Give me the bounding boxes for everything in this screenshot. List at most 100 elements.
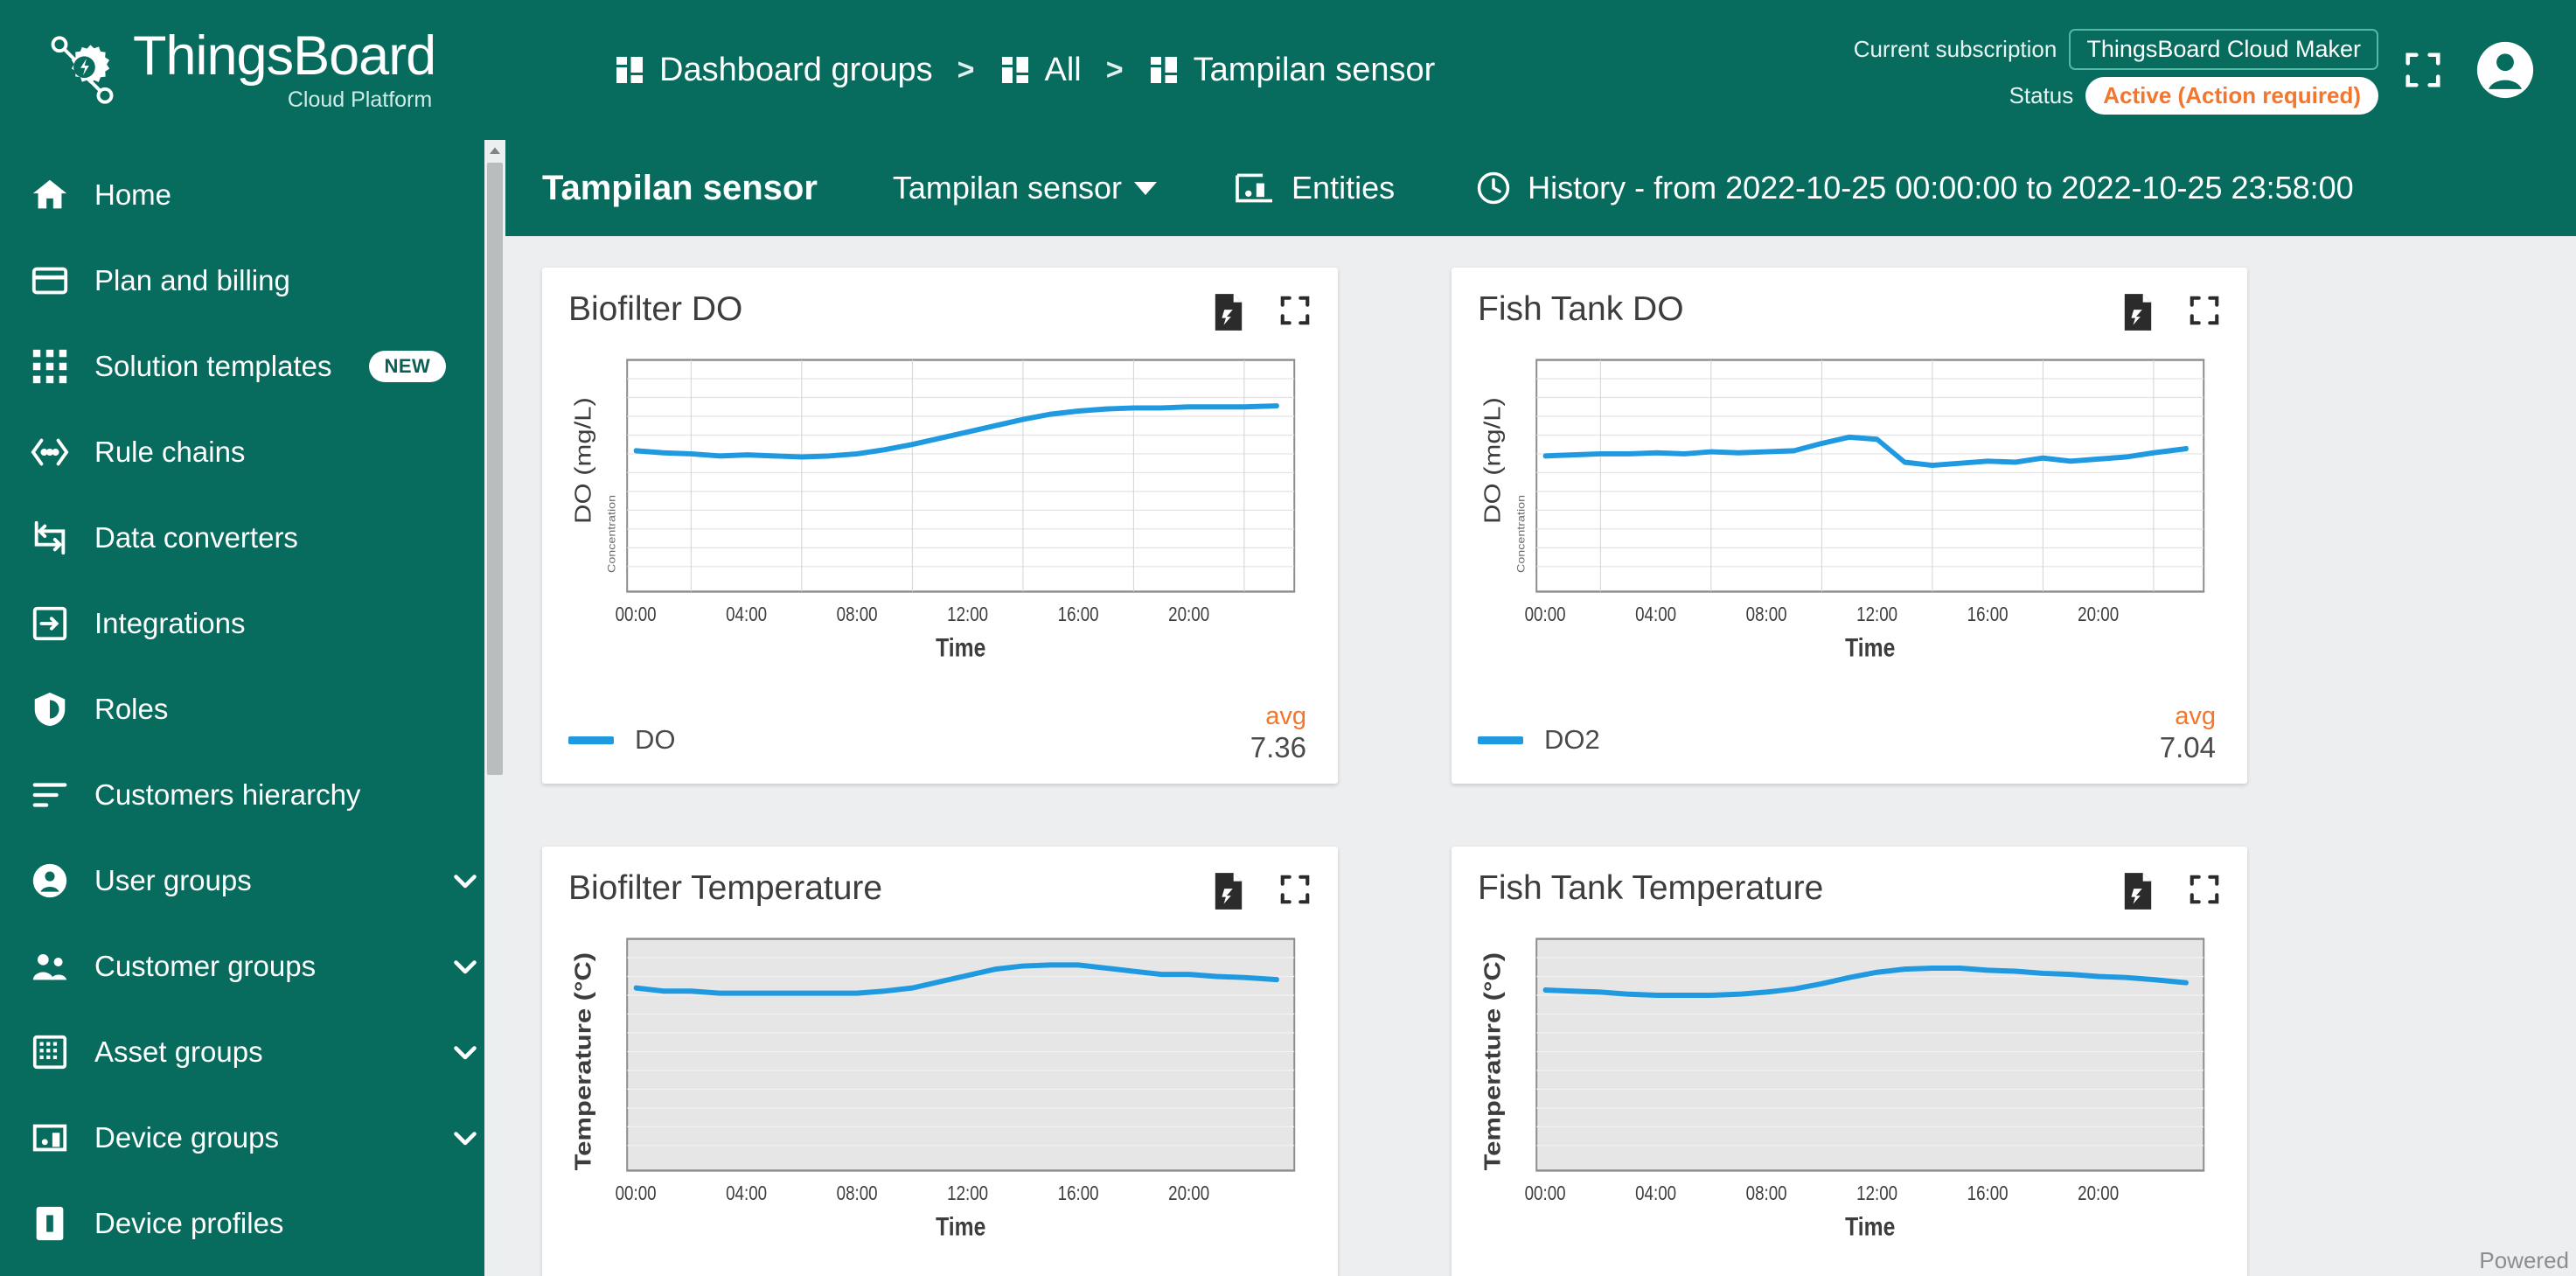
chevron-down-icon — [1134, 181, 1158, 195]
chart-canvas: Temperature (°C) 00:00 04:00 08:00 12:00… — [571, 938, 1296, 1241]
fullscreen-icon[interactable] — [1278, 294, 1312, 331]
clock-icon — [1475, 170, 1512, 206]
chart-fish-tank-do[interactable]: DO (mg/L) Concentration 00:00 04:00 08:0… — [1478, 352, 2221, 665]
chevron-down-icon[interactable] — [449, 1036, 481, 1068]
chart-fish-tank-temperature[interactable]: Temperature (°C) 00:00 04:00 08:00 12:00… — [1478, 931, 2221, 1244]
chart-canvas: DO (mg/L) Concentration 00:00 04:00 08:0… — [1480, 359, 2205, 662]
sidebar-label-roles: Roles — [94, 693, 169, 725]
export-document-icon[interactable] — [1212, 873, 1245, 910]
credit-card-icon — [30, 261, 70, 301]
status-badge[interactable]: Active (Action required) — [2085, 77, 2378, 115]
chevron-down-icon[interactable] — [449, 951, 481, 982]
svg-text:12:00: 12:00 — [1856, 1182, 1897, 1204]
legend-entry[interactable]: DO — [568, 724, 676, 764]
chart-biofilter-temperature[interactable]: Temperature (°C) 00:00 04:00 08:00 12:00… — [568, 931, 1312, 1244]
widget-legend: avg — [1478, 1244, 2221, 1276]
svg-text:04:00: 04:00 — [1635, 603, 1676, 625]
svg-text:Temperature (°C): Temperature (°C) — [1480, 952, 1506, 1171]
breadcrumb-item-dashboard-groups[interactable]: Dashboard groups — [614, 52, 933, 89]
y-axis-title: Temperature (°C) — [1480, 952, 1506, 1171]
widget-title: Biofilter Temperature — [568, 869, 883, 907]
widget-fish-tank-temperature: Fish Tank Temperature Temperature (°C) 0… — [1452, 847, 2247, 1276]
sidebar-item-solution-templates[interactable]: Solution templates NEW — [0, 324, 505, 409]
sidebar-item-home[interactable]: Home — [0, 152, 505, 238]
svg-text:16:00: 16:00 — [1967, 603, 2009, 625]
sidebar-item-customers-hierarchy[interactable]: Customers hierarchy — [0, 752, 505, 838]
status-row: Status Active (Action required) — [2009, 77, 2378, 115]
breadcrumb-item-tampilan-sensor[interactable]: Tampilan sensor — [1148, 52, 1435, 89]
breadcrumb-item-all[interactable]: All — [999, 52, 1082, 89]
chevron-down-icon[interactable] — [449, 1122, 481, 1154]
subscription-label: Current subscription — [1853, 36, 2057, 62]
breadcrumb-label-all: All — [1044, 51, 1082, 88]
sidebar-item-plan-and-billing[interactable]: Plan and billing — [0, 238, 505, 324]
rule-chain-icon — [30, 432, 70, 472]
chart-biofilter-do[interactable]: DO (mg/L) Concentration 00:00 04:00 08:0… — [568, 352, 1312, 665]
svg-text:12:00: 12:00 — [1856, 603, 1897, 625]
legend-avg-label: avg — [1265, 701, 1306, 730]
customers-icon — [30, 946, 70, 987]
time-window-button[interactable]: History - from 2022-10-25 00:00:00 to 20… — [1475, 170, 2354, 206]
sidebar-item-roles[interactable]: Roles — [0, 666, 505, 752]
scroll-up-arrow-icon[interactable] — [487, 143, 503, 159]
dashboard-canvas: Biofilter DO DO (mg/L) Concentration 00:… — [505, 236, 2576, 1276]
dashboard-state-label: Tampilan sensor — [892, 170, 1123, 206]
asset-icon — [30, 1032, 70, 1072]
subscription-plan-button[interactable]: ThingsBoard Cloud Maker — [2069, 29, 2378, 70]
chevron-down-icon[interactable] — [449, 865, 481, 896]
sidebar-item-customer-groups[interactable]: Customer groups — [0, 924, 505, 1009]
fullscreen-icon[interactable] — [2188, 873, 2221, 910]
svg-text:08:00: 08:00 — [1746, 603, 1787, 625]
account-circle-icon[interactable] — [2475, 39, 2536, 101]
svg-text:Time: Time — [936, 632, 985, 662]
sidebar-label-data-converters: Data converters — [94, 521, 298, 554]
legend-entry[interactable]: DO2 — [1478, 724, 1600, 764]
dashboard-toolbar: Tampilan sensor Tampilan sensor Entities — [505, 140, 2576, 236]
sidebar-item-asset-groups[interactable]: Asset groups — [0, 1009, 505, 1095]
svg-text:04:00: 04:00 — [726, 1182, 767, 1204]
sidebar-scrollbar-thumb[interactable] — [487, 163, 503, 775]
sidebar-item-rule-chains[interactable]: Rule chains — [0, 409, 505, 495]
svg-text:Time: Time — [1845, 1211, 1895, 1241]
sidebar-label-user-groups: User groups — [94, 864, 252, 896]
sidebar-label-rule-chains: Rule chains — [94, 436, 246, 468]
dashboard-groups-icon — [1148, 54, 1180, 86]
sidebar-label-solution-templates: Solution templates — [94, 350, 332, 382]
svg-text:00:00: 00:00 — [1525, 1182, 1566, 1204]
svg-text:Temperature (°C): Temperature (°C) — [571, 952, 596, 1171]
sidebar-scrollbar[interactable] — [484, 140, 505, 1276]
chart-canvas: Temperature (°C) 00:00 04:00 08:00 12:00… — [1480, 938, 2205, 1241]
svg-text:20:00: 20:00 — [1168, 1182, 1209, 1204]
fullscreen-icon[interactable] — [1278, 873, 1312, 910]
export-document-icon[interactable] — [1212, 294, 1245, 331]
apps-grid-icon — [30, 346, 70, 387]
export-document-icon[interactable] — [2121, 873, 2155, 910]
breadcrumb-label-dashboard-groups: Dashboard groups — [659, 51, 933, 88]
breadcrumb: Dashboard groups > All > Tampilan sensor — [614, 52, 1435, 89]
sidebar-item-device-profiles[interactable]: Device profiles — [0, 1181, 505, 1266]
top-bar: ThingsBoard Cloud Platform Dashboard gro… — [0, 0, 2576, 140]
svg-text:04:00: 04:00 — [726, 603, 767, 625]
svg-text:08:00: 08:00 — [837, 1182, 878, 1204]
user-icon — [30, 861, 70, 901]
svg-text:Concentration: Concentration — [606, 495, 618, 573]
sidebar-item-user-groups[interactable]: User groups — [0, 838, 505, 924]
sidebar-item-device-groups[interactable]: Device groups — [0, 1095, 505, 1181]
entities-button[interactable]: Entities — [1234, 170, 1395, 206]
legend-series-name: DO — [635, 724, 676, 755]
widget-fish-tank-do: Fish Tank DO DO (mg/L) Concentration 00:… — [1452, 268, 2247, 784]
fullscreen-icon[interactable] — [2188, 294, 2221, 331]
data-converter-icon — [30, 518, 70, 558]
brand-logo-area[interactable]: ThingsBoard Cloud Platform — [0, 0, 542, 140]
legend-avg-value: 7.04 — [2159, 731, 2216, 764]
sidebar-item-integrations[interactable]: Integrations — [0, 581, 505, 666]
sidebar-item-data-converters[interactable]: Data converters — [0, 495, 505, 581]
fullscreen-icon[interactable] — [2403, 50, 2443, 90]
widget-title: Fish Tank DO — [1478, 290, 1684, 328]
subscription-info: Current subscription ThingsBoard Cloud M… — [1854, 25, 2378, 115]
widget-tools — [1212, 290, 1312, 331]
export-document-icon[interactable] — [2121, 294, 2155, 331]
dashboard-state-selector[interactable]: Tampilan sensor — [892, 170, 1158, 206]
sidebar-badge-new: NEW — [368, 351, 447, 382]
legend-series-name: DO2 — [1544, 724, 1600, 755]
